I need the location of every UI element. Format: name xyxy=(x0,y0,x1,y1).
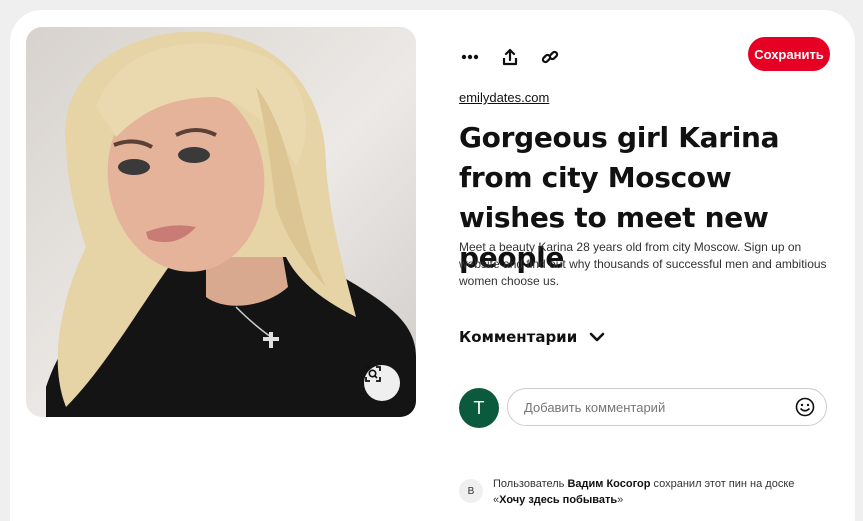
activity-board-link[interactable]: Хочу здесь побывать xyxy=(499,494,617,506)
comment-box[interactable] xyxy=(507,388,827,426)
emoji-icon xyxy=(795,397,815,417)
save-activity: В Пользователь Вадим Косогор сохранил эт… xyxy=(459,476,829,508)
emoji-button[interactable] xyxy=(794,396,816,418)
pin-image[interactable] xyxy=(26,27,416,417)
save-button[interactable]: Сохранить xyxy=(748,37,830,71)
comments-label: Комментарии xyxy=(459,328,578,346)
pin-toolbar xyxy=(459,46,561,68)
more-icon xyxy=(461,54,479,60)
chevron-down-icon xyxy=(589,332,605,342)
visual-search-button[interactable] xyxy=(364,365,400,401)
user-avatar[interactable]: T xyxy=(459,388,499,428)
copy-link-button[interactable] xyxy=(539,46,561,68)
link-icon xyxy=(541,50,559,64)
more-options-button[interactable] xyxy=(459,46,481,68)
lens-icon xyxy=(365,366,381,382)
activity-text: Пользователь Вадим Косогор сохранил этот… xyxy=(493,476,829,508)
pin-card: Сохранить emilydates.com Gorgeous girl K… xyxy=(10,10,855,521)
activity-prefix: Пользователь xyxy=(493,478,568,490)
comments-toggle[interactable]: Комментарии xyxy=(459,328,605,346)
share-button[interactable] xyxy=(499,46,521,68)
source-link[interactable]: emilydates.com xyxy=(459,90,549,105)
activity-avatar[interactable]: В xyxy=(459,479,483,503)
activity-suffix: » xyxy=(617,494,624,506)
share-icon xyxy=(502,48,518,66)
comment-input[interactable] xyxy=(522,398,794,416)
portrait-illustration xyxy=(46,31,416,417)
pin-description: Meet a beauty Karina 28 years old from c… xyxy=(459,240,827,288)
activity-user-link[interactable]: Вадим Косогор xyxy=(567,478,650,490)
